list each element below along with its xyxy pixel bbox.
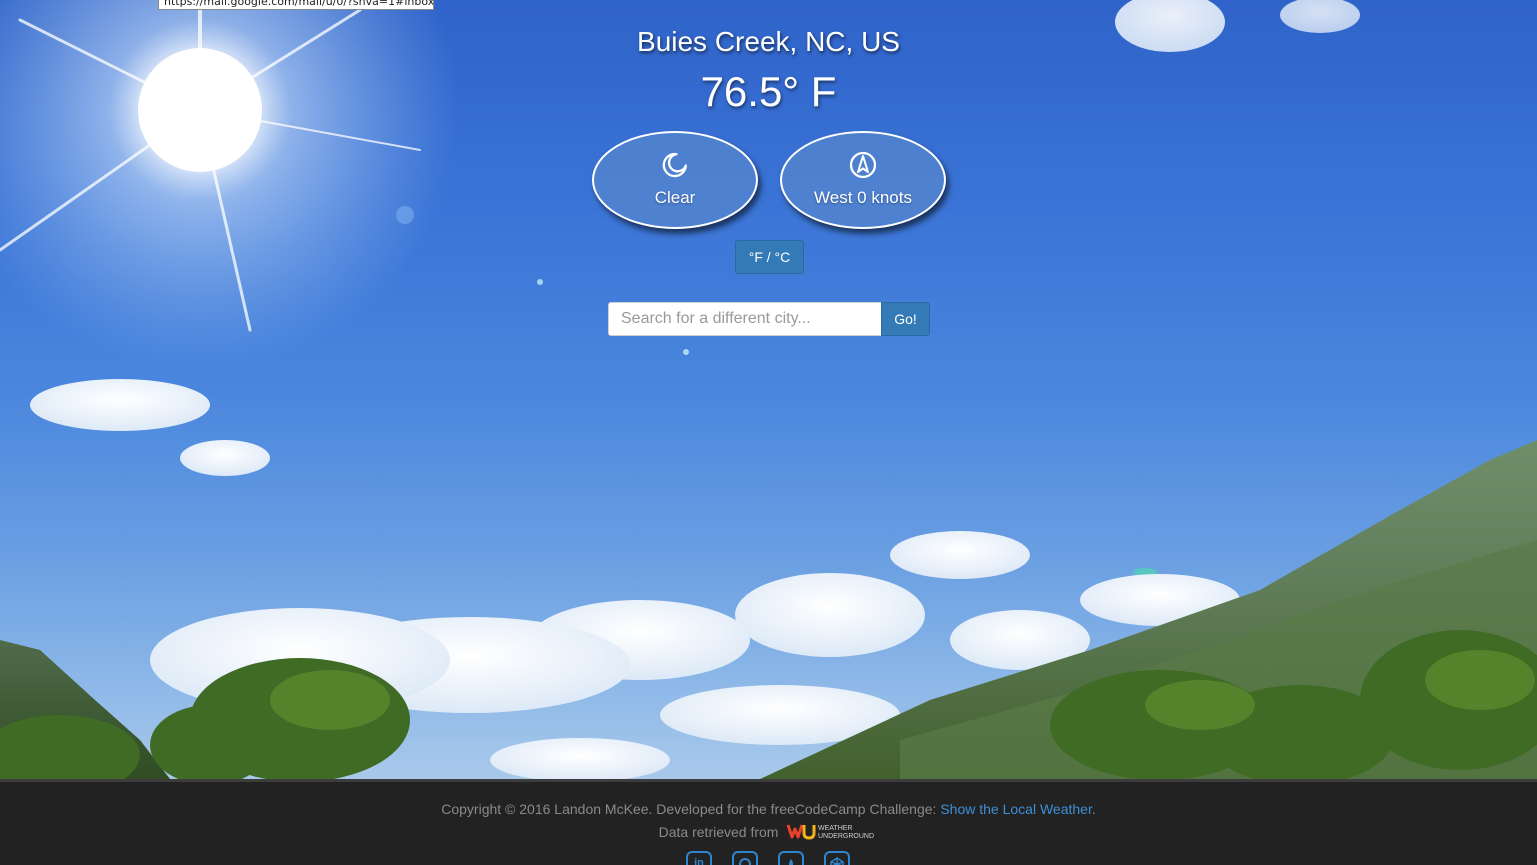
temperature-display: 76.5° F	[700, 68, 837, 115]
wind-direction-icon	[849, 151, 877, 179]
moon-icon	[662, 152, 687, 178]
page-footer: Copyright © 2016 Landon McKee. Developed…	[0, 779, 1537, 865]
challenge-link[interactable]: Show the Local Weather	[940, 801, 1092, 817]
condition-badge: Clear	[592, 131, 758, 229]
unit-toggle-button[interactable]: °F / °C	[735, 240, 804, 274]
svg-text:WEATHER: WEATHER	[818, 825, 852, 832]
svg-text:UNDERGROUND: UNDERGROUND	[818, 833, 874, 840]
city-search-input[interactable]	[608, 302, 881, 336]
location-heading: Buies Creek, NC, US	[637, 26, 900, 57]
condition-label: Clear	[654, 188, 696, 207]
data-source-line: Data retrieved from WEATHER UNDERGROUND	[0, 823, 1537, 843]
wind-badge: West 0 knots	[780, 131, 946, 229]
github-icon[interactable]	[732, 851, 758, 865]
copyright-line: Copyright © 2016 Landon McKee. Developed…	[0, 800, 1537, 818]
social-links: in	[686, 851, 856, 865]
copyright-period: .	[1091, 801, 1096, 817]
weather-underground-logo[interactable]: WEATHER UNDERGROUND	[786, 821, 878, 841]
linkedin-icon[interactable]: in	[686, 851, 712, 865]
go-button[interactable]: Go!	[881, 302, 930, 336]
status-bar-url: https://mail.google.com/mail/u/0/?shva=1…	[158, 0, 434, 10]
freecodecamp-icon[interactable]	[778, 851, 804, 865]
data-source-text: Data retrieved from	[658, 824, 783, 840]
wind-label: West 0 knots	[814, 188, 912, 207]
codepen-icon[interactable]	[824, 851, 850, 865]
copyright-text: Copyright © 2016 Landon McKee. Developed…	[441, 801, 941, 817]
